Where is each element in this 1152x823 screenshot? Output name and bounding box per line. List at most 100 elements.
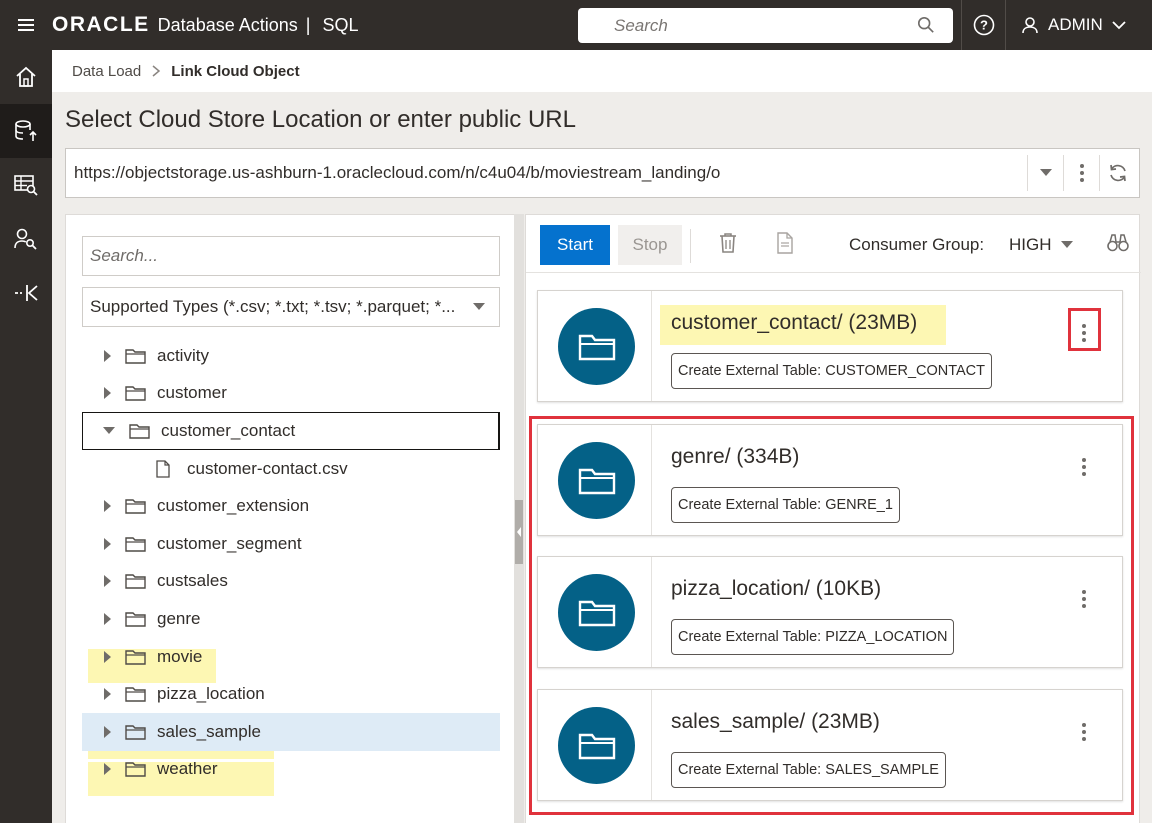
folder-badge (558, 308, 635, 385)
page-title: Select Cloud Store Location or enter pub… (65, 106, 576, 133)
card-title: sales_sample/ (23MB) (671, 710, 880, 733)
home-icon (16, 66, 36, 87)
global-search[interactable] (578, 8, 953, 43)
title-separator: | (305, 14, 311, 35)
user-icon (1022, 17, 1038, 34)
file-type-value: Supported Types (*.csv; *.txt; *.tsv; *.… (90, 297, 456, 316)
tree-item-customer-contact[interactable]: customer_contact (82, 412, 500, 450)
object-tree-panel: Supported Types (*.csv; *.txt; *.tsv; *.… (65, 214, 518, 823)
left-nav (0, 50, 52, 823)
tree-item-label: customer_extension (157, 496, 310, 516)
tree-item-customer-extension[interactable]: customer_extension (82, 487, 500, 525)
app-section[interactable]: SQL (322, 15, 358, 36)
toolbar-divider (690, 229, 691, 263)
oracle-logo: ORACLE (52, 13, 150, 36)
tree-item-label: activity (157, 345, 209, 365)
file-type-select[interactable]: Supported Types (*.csv; *.txt; *.tsv; *.… (82, 287, 500, 327)
data-load-icon (15, 120, 37, 141)
splitter-handle[interactable] (515, 500, 523, 564)
folder-icon (125, 725, 146, 740)
folder-icon (578, 334, 615, 360)
tree-item-label: weather (157, 759, 218, 779)
chevron-down-icon (1112, 21, 1126, 30)
nav-user-search[interactable] (0, 212, 52, 266)
tree-item-sales-sample[interactable]: sales_sample (82, 712, 500, 751)
tree-search[interactable] (82, 236, 500, 276)
card-icon-cell (538, 291, 652, 401)
user-menu[interactable]: ADMIN (1020, 0, 1127, 50)
create-external-table-button[interactable]: Create External Table: CUSTOMER_CONTACT (671, 353, 993, 389)
folder-icon (129, 424, 150, 439)
expand-icon[interactable] (104, 763, 111, 776)
caret-down-icon (1039, 169, 1052, 176)
tree-item-customer[interactable]: customer (82, 375, 500, 413)
cloud-location-field[interactable]: https://objectstorage.us-ashburn-1.oracl… (65, 148, 1140, 198)
expand-icon[interactable] (104, 500, 111, 513)
nav-catalog[interactable] (0, 158, 52, 212)
annotation-box (529, 416, 1134, 815)
folder-icon (125, 612, 146, 627)
collapse-tree-icon[interactable] (103, 427, 115, 435)
tree-item-activity[interactable]: activity (82, 337, 500, 375)
card-title: pizza_location/ (10KB) (671, 577, 882, 600)
expand-icon[interactable] (104, 575, 111, 588)
url-dropdown-button[interactable] (1027, 155, 1063, 191)
caret-down-icon[interactable] (1061, 241, 1073, 248)
start-button[interactable]: Start (540, 225, 610, 265)
stop-button[interactable]: Stop (618, 225, 682, 265)
tree-item-weather[interactable]: weather (82, 751, 500, 789)
nav-home[interactable] (0, 50, 52, 104)
expand-icon[interactable] (104, 612, 111, 625)
object-tree: activity customer customer_contact custo… (82, 337, 500, 788)
breadcrumb-parent[interactable]: Data Load (72, 63, 141, 80)
trash-icon[interactable] (716, 231, 740, 255)
toolbar: Start Stop Consumer Group: HIGH (526, 215, 1141, 273)
expand-icon[interactable] (104, 725, 111, 738)
search-icon[interactable] (917, 16, 935, 34)
consumer-group-select[interactable]: HIGH (1009, 235, 1052, 255)
tree-item-label: pizza_location (157, 684, 265, 704)
tree-item-customer-segment[interactable]: customer_segment (82, 525, 500, 563)
card-title: genre/ (334B) (671, 445, 800, 468)
tree-item-pizza-location[interactable]: pizza_location (82, 675, 500, 713)
caret-down-icon (473, 303, 485, 310)
url-more-button[interactable] (1063, 155, 1099, 191)
expand-icon[interactable] (104, 537, 111, 550)
expand-icon[interactable] (104, 387, 111, 400)
document-icon[interactable] (773, 231, 797, 255)
breadcrumb: Data Load Link Cloud Object (52, 50, 1152, 92)
folder-icon (125, 386, 146, 402)
expand-icon[interactable] (104, 650, 111, 663)
tree-item-label: custsales (157, 571, 228, 591)
expand-icon[interactable] (104, 688, 111, 701)
nav-data-load[interactable] (0, 104, 52, 158)
file-icon (156, 459, 170, 478)
folder-icon (125, 537, 146, 552)
tree-item-customer-contact-csv[interactable]: customer-contact.csv (82, 450, 500, 488)
cloud-location-url[interactable]: https://objectstorage.us-ashburn-1.oracl… (66, 163, 1027, 183)
tree-item-label: customer_segment (157, 533, 302, 553)
tree-item-movie[interactable]: movie (82, 638, 500, 676)
tree-search-input[interactable] (90, 246, 499, 266)
tree-item-label: customer (157, 383, 227, 403)
tree-item-genre[interactable]: genre (82, 600, 500, 638)
tree-item-label: genre (157, 608, 201, 628)
card-title: customer_contact/ (23MB) (671, 311, 918, 334)
folder-icon (125, 499, 146, 514)
help-button[interactable]: ? (961, 0, 1006, 50)
brand: ORACLE Database Actions | SQL (52, 13, 358, 37)
collapse-icon (15, 285, 38, 301)
tree-item-label: customer-contact.csv (187, 458, 348, 478)
tree-item-custsales[interactable]: custsales (82, 563, 500, 601)
binoculars-icon[interactable] (1106, 231, 1130, 255)
svg-text:?: ? (980, 18, 988, 33)
main-content: Data Load Link Cloud Object Select Cloud… (52, 50, 1152, 823)
refresh-button[interactable] (1099, 155, 1135, 191)
cloud-objects-panel: Start Stop Consumer Group: HIGH customer… (525, 214, 1141, 823)
global-search-input[interactable] (614, 15, 941, 36)
nav-collapse[interactable] (0, 266, 52, 320)
expand-icon[interactable] (104, 349, 111, 362)
help-icon: ? (973, 14, 994, 36)
hamburger-icon[interactable] (0, 0, 52, 50)
user-name: ADMIN (1048, 15, 1103, 34)
